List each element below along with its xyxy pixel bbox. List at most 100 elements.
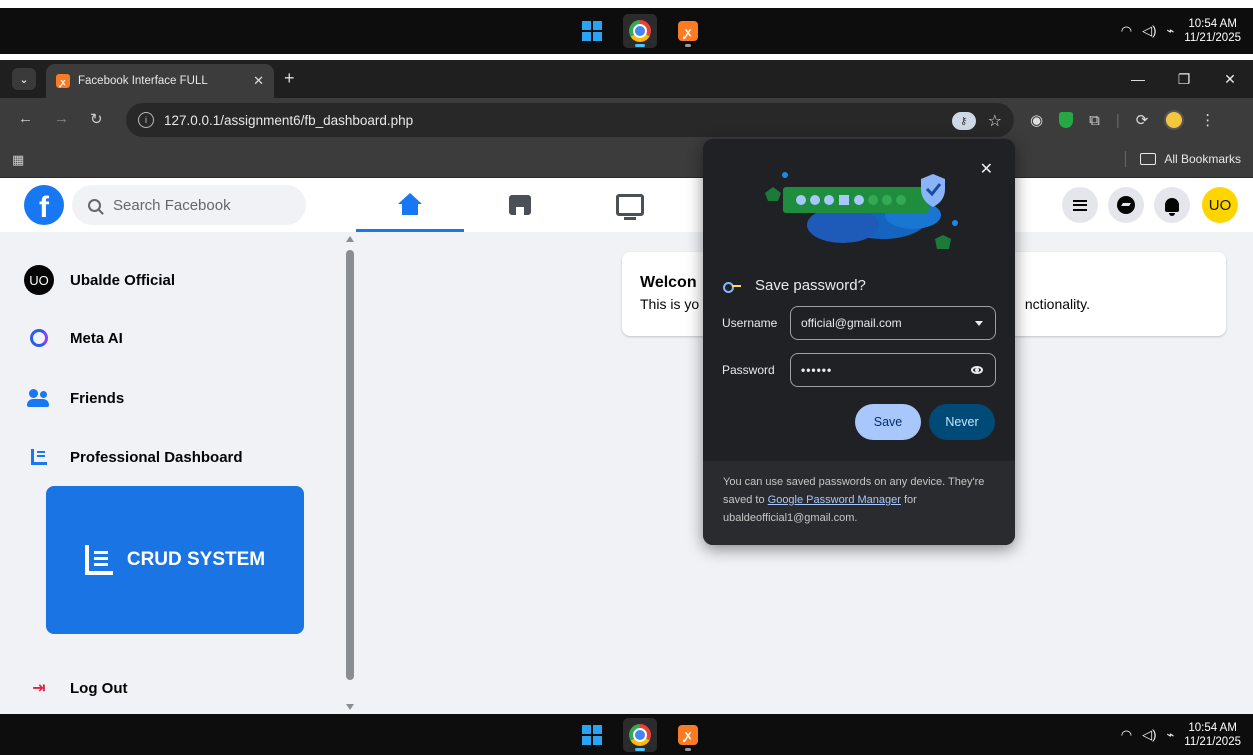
- volume-icon[interactable]: ◁): [1142, 23, 1156, 39]
- password-key-icon[interactable]: ⚷: [951, 112, 976, 130]
- back-button[interactable]: ←: [18, 110, 33, 127]
- clock-date: 11/21/2025: [1184, 735, 1241, 748]
- save-button[interactable]: Save: [855, 404, 921, 440]
- performance-icon[interactable]: ⟳: [1136, 111, 1149, 129]
- all-bookmarks-label: All Bookmarks: [1164, 152, 1241, 166]
- bookmark-star-icon[interactable]: ☆: [988, 111, 1002, 131]
- facebook-header: f UO: [0, 178, 1253, 232]
- windows-icon: [582, 724, 602, 745]
- clock-date: 11/21/2025: [1184, 32, 1241, 44]
- password-field[interactable]: ••••••: [790, 353, 996, 387]
- sidebar-item-profile[interactable]: UO Ubalde Official: [24, 265, 175, 295]
- taskbar-chrome-bottom[interactable]: [623, 717, 657, 752]
- chrome-icon: [629, 723, 651, 746]
- xampp-icon: ꭙ: [678, 21, 698, 41]
- all-bookmarks-button[interactable]: All Bookmarks: [1125, 151, 1241, 167]
- nav-tab-watch[interactable]: [576, 178, 684, 232]
- search-input[interactable]: [113, 196, 283, 214]
- battery-icon[interactable]: ⌁: [1166, 727, 1174, 743]
- tab-search-button[interactable]: ⌄: [12, 68, 36, 90]
- password-label: Password: [722, 363, 775, 377]
- system-clock-bottom[interactable]: 10:54 AM 11/21/2025: [1184, 721, 1241, 749]
- crud-dashboard-icon: [84, 545, 113, 575]
- nav-tab-marketplace[interactable]: [466, 178, 574, 232]
- username-value: official@gmail.com: [801, 316, 902, 330]
- taskbar-xampp-bottom[interactable]: ꭙ: [671, 718, 705, 752]
- welcome-text-end: nctionality.: [1024, 296, 1090, 312]
- chrome-menu-icon[interactable]: ⋮: [1200, 111, 1215, 129]
- close-window-button[interactable]: ✕: [1207, 60, 1253, 98]
- shield-extension-icon[interactable]: [1059, 112, 1074, 128]
- crud-system-label: CRUD SYSTEM: [126, 549, 266, 570]
- scroll-down-arrow-icon[interactable]: [346, 704, 354, 710]
- minimize-button[interactable]: —: [1115, 60, 1161, 98]
- tab-strip: ⌄ ꭙ Facebook Interface FULL ✕ + — ❐ ✕: [0, 60, 1253, 98]
- scroll-up-arrow-icon[interactable]: [346, 236, 354, 242]
- dropdown-caret-icon: [975, 320, 983, 326]
- nav-tab-home[interactable]: [356, 178, 464, 232]
- bookmarks-bar: ▦ All Bookmarks: [0, 142, 1253, 178]
- never-button[interactable]: Never: [929, 404, 995, 440]
- apps-grid-icon[interactable]: ▦: [12, 152, 24, 168]
- crud-system-button[interactable]: CRUD SYSTEM: [46, 486, 304, 634]
- volume-icon[interactable]: ◁): [1142, 727, 1156, 743]
- taskbar-top: ꭙ ◠ ◁) ⌁ 10:54 AM 11/21/2025: [0, 8, 1253, 54]
- profile-avatar[interactable]: [1164, 110, 1185, 130]
- search-box[interactable]: [72, 185, 306, 225]
- home-icon: [398, 192, 422, 215]
- battery-icon[interactable]: ⌁: [1166, 23, 1174, 39]
- key-icon: [723, 281, 741, 293]
- show-password-eye-icon[interactable]: [971, 366, 983, 374]
- sidebar-item-logout[interactable]: ⇥ Log Out: [24, 673, 127, 703]
- address-bar[interactable]: i 127.0.0.1/assignment6/fb_dashboard.php…: [126, 103, 1014, 137]
- taskbar-bottom: ꭙ ◠ ◁) ⌁ 10:54 AM 11/21/2025: [0, 714, 1253, 755]
- menu-button[interactable]: [1062, 187, 1098, 223]
- wifi-icon[interactable]: ◠: [1121, 23, 1132, 39]
- profile-avatar-small: UO: [24, 265, 54, 295]
- search-icon: [88, 198, 101, 212]
- wifi-icon[interactable]: ◠: [1121, 727, 1132, 743]
- marketplace-icon: [509, 195, 531, 215]
- tab-title: Facebook Interface FULL: [78, 75, 208, 87]
- system-clock[interactable]: 10:54 AM 11/21/2025: [1184, 17, 1241, 45]
- sidebar-item-label: Professional Dashboard: [70, 448, 243, 466]
- password-manager-link[interactable]: Google Password Manager: [768, 494, 901, 506]
- start-button[interactable]: [575, 14, 609, 48]
- watch-tv-icon: [616, 194, 644, 220]
- sidebar-item-meta-ai[interactable]: Meta AI: [24, 323, 123, 353]
- dialog-footer: You can use saved passwords on any devic…: [703, 461, 1015, 545]
- new-tab-button[interactable]: +: [284, 68, 295, 88]
- username-select[interactable]: official@gmail.com: [790, 306, 996, 340]
- username-label: Username: [722, 316, 778, 330]
- restore-button[interactable]: ❐: [1161, 60, 1207, 98]
- welcome-text: This is yo: [640, 296, 700, 312]
- taskbar-chrome[interactable]: [623, 14, 657, 48]
- xampp-favicon-icon: ꭙ: [56, 74, 70, 88]
- close-icon[interactable]: ✕: [980, 159, 993, 179]
- meta-ai-icon: [30, 329, 48, 347]
- browser-tab[interactable]: ꭙ Facebook Interface FULL ✕: [46, 64, 274, 98]
- messenger-button[interactable]: [1108, 187, 1144, 223]
- extensions-puzzle-icon[interactable]: ⧉: [1089, 112, 1100, 129]
- scroll-thumb[interactable]: [346, 250, 354, 680]
- forward-button[interactable]: →: [54, 110, 69, 127]
- clock-time: 10:54 AM: [1188, 18, 1237, 30]
- sidebar-item-friends[interactable]: Friends: [24, 383, 124, 413]
- tab-close-icon[interactable]: ✕: [253, 73, 264, 89]
- sidebar-item-professional-dashboard[interactable]: Professional Dashboard: [24, 442, 243, 472]
- xampp-icon: ꭙ: [678, 724, 698, 745]
- facebook-logo-icon[interactable]: f: [24, 185, 64, 225]
- account-avatar[interactable]: UO: [1202, 187, 1238, 223]
- windows-icon: [582, 21, 602, 41]
- clock-time: 10:54 AM: [1188, 721, 1237, 734]
- site-info-icon[interactable]: i: [138, 112, 154, 128]
- password-value: ••••••: [801, 363, 833, 377]
- notifications-button[interactable]: [1154, 187, 1190, 223]
- globe-extension-icon[interactable]: ◉: [1030, 111, 1043, 129]
- reload-button[interactable]: ↻: [90, 110, 103, 128]
- save-password-dialog: ✕ Save password? Username official@gmail…: [703, 139, 1015, 545]
- url-text[interactable]: 127.0.0.1/assignment6/fb_dashboard.php: [164, 113, 413, 128]
- chevron-down-icon: ⌄: [19, 73, 29, 86]
- taskbar-xampp[interactable]: ꭙ: [671, 14, 705, 48]
- start-button-bottom[interactable]: [575, 718, 609, 752]
